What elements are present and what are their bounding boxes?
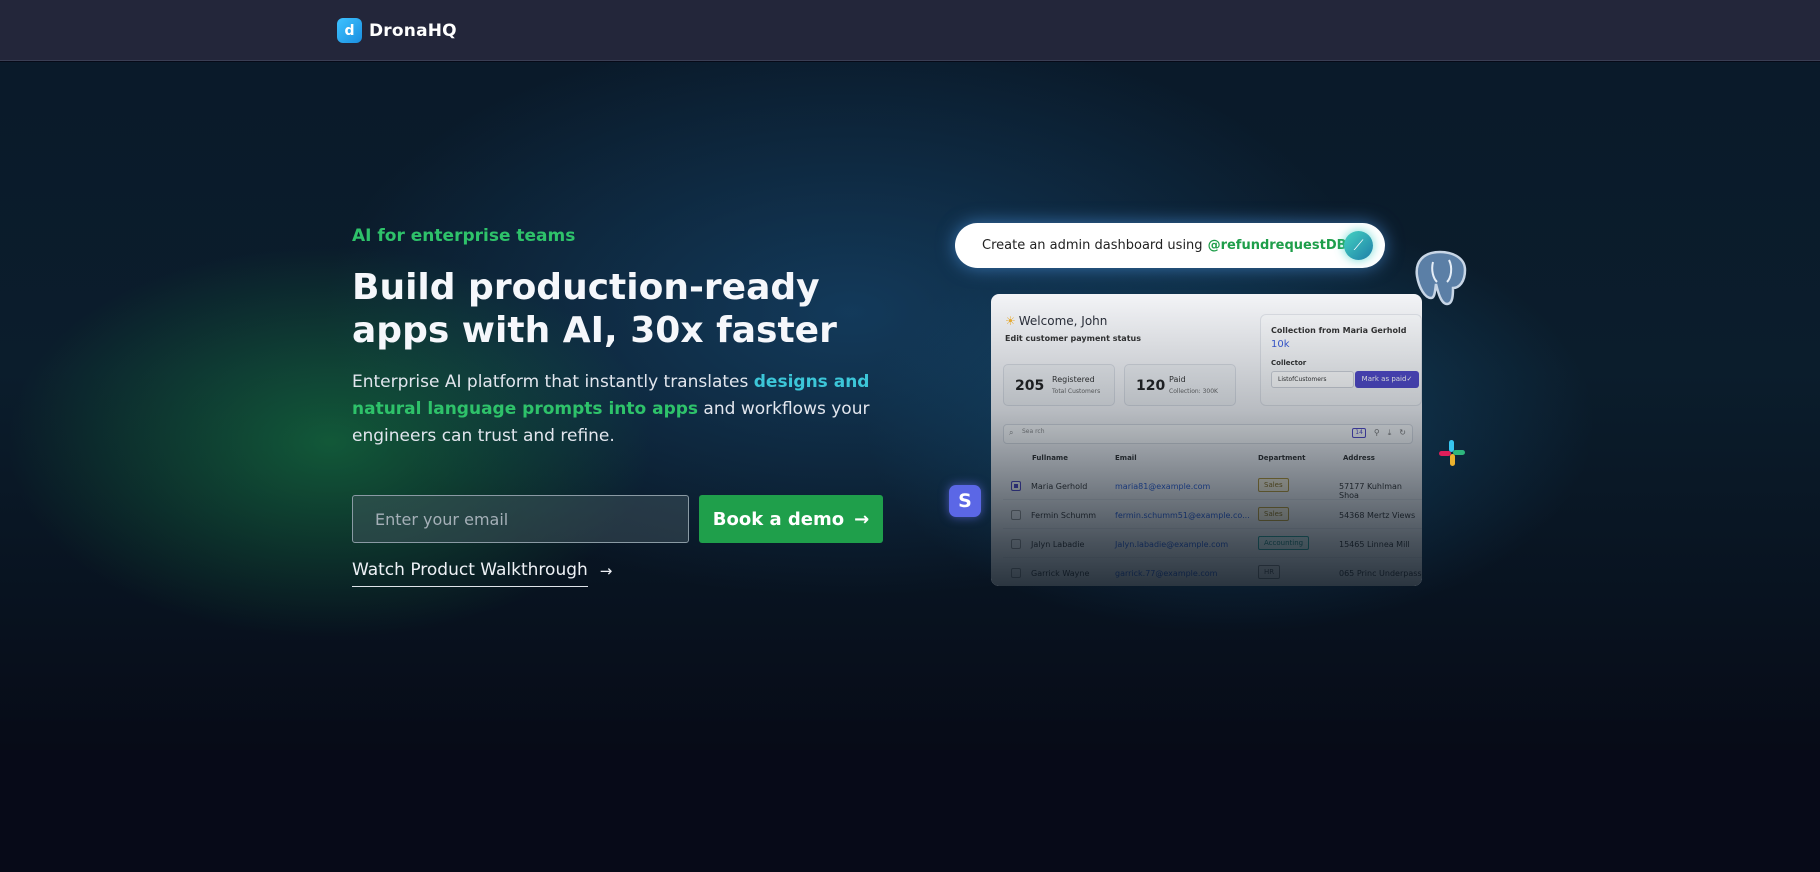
table-search-placeholder: Sea rch	[1022, 428, 1045, 435]
row-checkbox[interactable]	[1011, 568, 1021, 578]
column-header[interactable]: Fullname	[1032, 454, 1068, 462]
arrow-right-icon: →	[599, 562, 613, 580]
book-demo-label: Book a demo	[712, 508, 845, 530]
s-app-icon: S	[949, 485, 981, 517]
cell-email[interactable]: garrick.77@example.com	[1115, 569, 1217, 578]
welcome-text: Welcome, John	[1018, 314, 1108, 328]
cell-name: Garrick Wayne	[1031, 569, 1090, 578]
cell-department: HR	[1258, 565, 1281, 579]
dashboard-welcome: ☀ Welcome, John	[1005, 314, 1107, 328]
stat-value: 120	[1136, 378, 1166, 394]
dashboard-preview: ☀ Welcome, John Edit customer payment sta…	[991, 294, 1422, 586]
subtext-pre: Enterprise AI platform that instantly tr…	[352, 372, 754, 392]
watch-walkthrough-label: Watch Product Walkthrough	[352, 560, 588, 587]
hero-subtext: Enterprise AI platform that instantly tr…	[352, 369, 872, 450]
prompt-mention: @refundrequestDB	[1207, 238, 1347, 253]
collection-value: 10k	[1271, 339, 1290, 350]
cell-address: 15465 Linnea Mill	[1339, 540, 1410, 549]
postgresql-icon	[1415, 250, 1467, 306]
cell-name: Jalyn Labadie	[1031, 540, 1085, 549]
table-search-bar[interactable]: ⌕ Sea rch 14 ⚲ ⤓ ↻	[1003, 424, 1413, 444]
row-checkbox[interactable]	[1011, 539, 1021, 549]
cell-email[interactable]: fermin.schumm51@example.co...	[1115, 511, 1250, 520]
page-bottom-band	[0, 750, 1820, 872]
table-header: Fullname Email Department Address	[1003, 452, 1422, 466]
arrow-right-icon: →	[854, 508, 870, 530]
stat-value: 205	[1015, 378, 1045, 394]
row-checkbox[interactable]	[1011, 481, 1021, 491]
slack-icon	[1439, 440, 1465, 466]
cell-address: 065 Princ Underpass	[1339, 569, 1422, 578]
table-row[interactable]: Maria Gerhold maria81@example.com Sales …	[1003, 472, 1422, 500]
cell-email[interactable]: maria81@example.com	[1115, 482, 1210, 491]
filter-icon[interactable]: ⚲	[1374, 428, 1380, 438]
stat-label: Paid	[1169, 375, 1186, 384]
column-header[interactable]: Email	[1115, 454, 1137, 462]
top-nav-bar: d DronaHQ	[0, 0, 1820, 61]
cell-department: Accounting	[1258, 536, 1310, 550]
stat-sub: Collection: 300K	[1169, 388, 1218, 395]
subtext-highlight-designs: designs and	[753, 372, 870, 392]
hero-headline: Build production-ready apps with AI, 30x…	[352, 267, 837, 351]
stat-card-registered: 205 Registered Total Customers	[1003, 364, 1115, 406]
cell-department: Sales	[1258, 478, 1289, 492]
columns-icon[interactable]: 14	[1352, 428, 1366, 438]
cell-address: 57177 Kuhlman Shoa	[1339, 482, 1402, 500]
subtext-highlight-prompts: natural language prompts into apps	[352, 399, 699, 419]
column-header[interactable]: Address	[1343, 454, 1375, 462]
cell-address: 54368 Mertz Views	[1339, 511, 1416, 520]
table-row[interactable]: Fermin Schumm fermin.schumm51@example.co…	[1003, 501, 1422, 529]
cell-email[interactable]: Jalyn.labadie@example.com	[1115, 540, 1228, 549]
magic-wand-icon[interactable]: ⟋	[1344, 231, 1373, 260]
collector-select[interactable]: ListofCustomers	[1271, 371, 1354, 388]
table-toolbar: 14 ⚲ ⤓ ↻	[1352, 428, 1406, 438]
collection-card: Collection from Maria Gerhold 10k Collec…	[1260, 314, 1422, 406]
stat-card-paid: 120 Paid Collection: 300K	[1124, 364, 1236, 406]
cell-department: Sales	[1258, 507, 1289, 521]
book-demo-button[interactable]: Book a demo →	[699, 495, 883, 543]
dronahq-logo-icon: d	[337, 18, 362, 43]
search-icon: ⌕	[1009, 428, 1014, 437]
row-checkbox[interactable]	[1011, 510, 1021, 520]
brand-logo[interactable]: d DronaHQ	[337, 18, 457, 43]
table-row[interactable]: Garrick Wayne garrick.77@example.com HR …	[1003, 559, 1422, 586]
cell-name: Maria Gerhold	[1031, 482, 1088, 491]
ai-prompt-bar[interactable]: Create an admin dashboard using @refundr…	[955, 223, 1385, 268]
hero-section	[0, 62, 1820, 750]
prompt-text: Create an admin dashboard using	[982, 238, 1203, 253]
refresh-icon[interactable]: ↻	[1399, 428, 1406, 438]
collection-title: Collection from Maria Gerhold	[1271, 326, 1407, 335]
mark-as-paid-button[interactable]: Mark as paid✓	[1355, 371, 1419, 388]
stat-label: Registered	[1052, 375, 1095, 384]
collector-label: Collector	[1271, 359, 1307, 367]
column-header[interactable]: Department	[1258, 454, 1305, 462]
cell-name: Fermin Schumm	[1031, 511, 1097, 520]
download-icon[interactable]: ⤓	[1388, 428, 1392, 438]
table-row[interactable]: Jalyn Labadie Jalyn.labadie@example.com …	[1003, 530, 1422, 558]
hero-eyebrow: AI for enterprise teams	[352, 226, 576, 246]
email-input[interactable]	[352, 495, 689, 543]
stat-sub: Total Customers	[1052, 388, 1101, 395]
brand-name: DronaHQ	[369, 20, 457, 41]
dashboard-subtitle: Edit customer payment status	[1005, 334, 1141, 343]
watch-walkthrough-link[interactable]: Watch Product Walkthrough →	[352, 560, 612, 587]
sun-icon: ☀	[1005, 314, 1016, 328]
